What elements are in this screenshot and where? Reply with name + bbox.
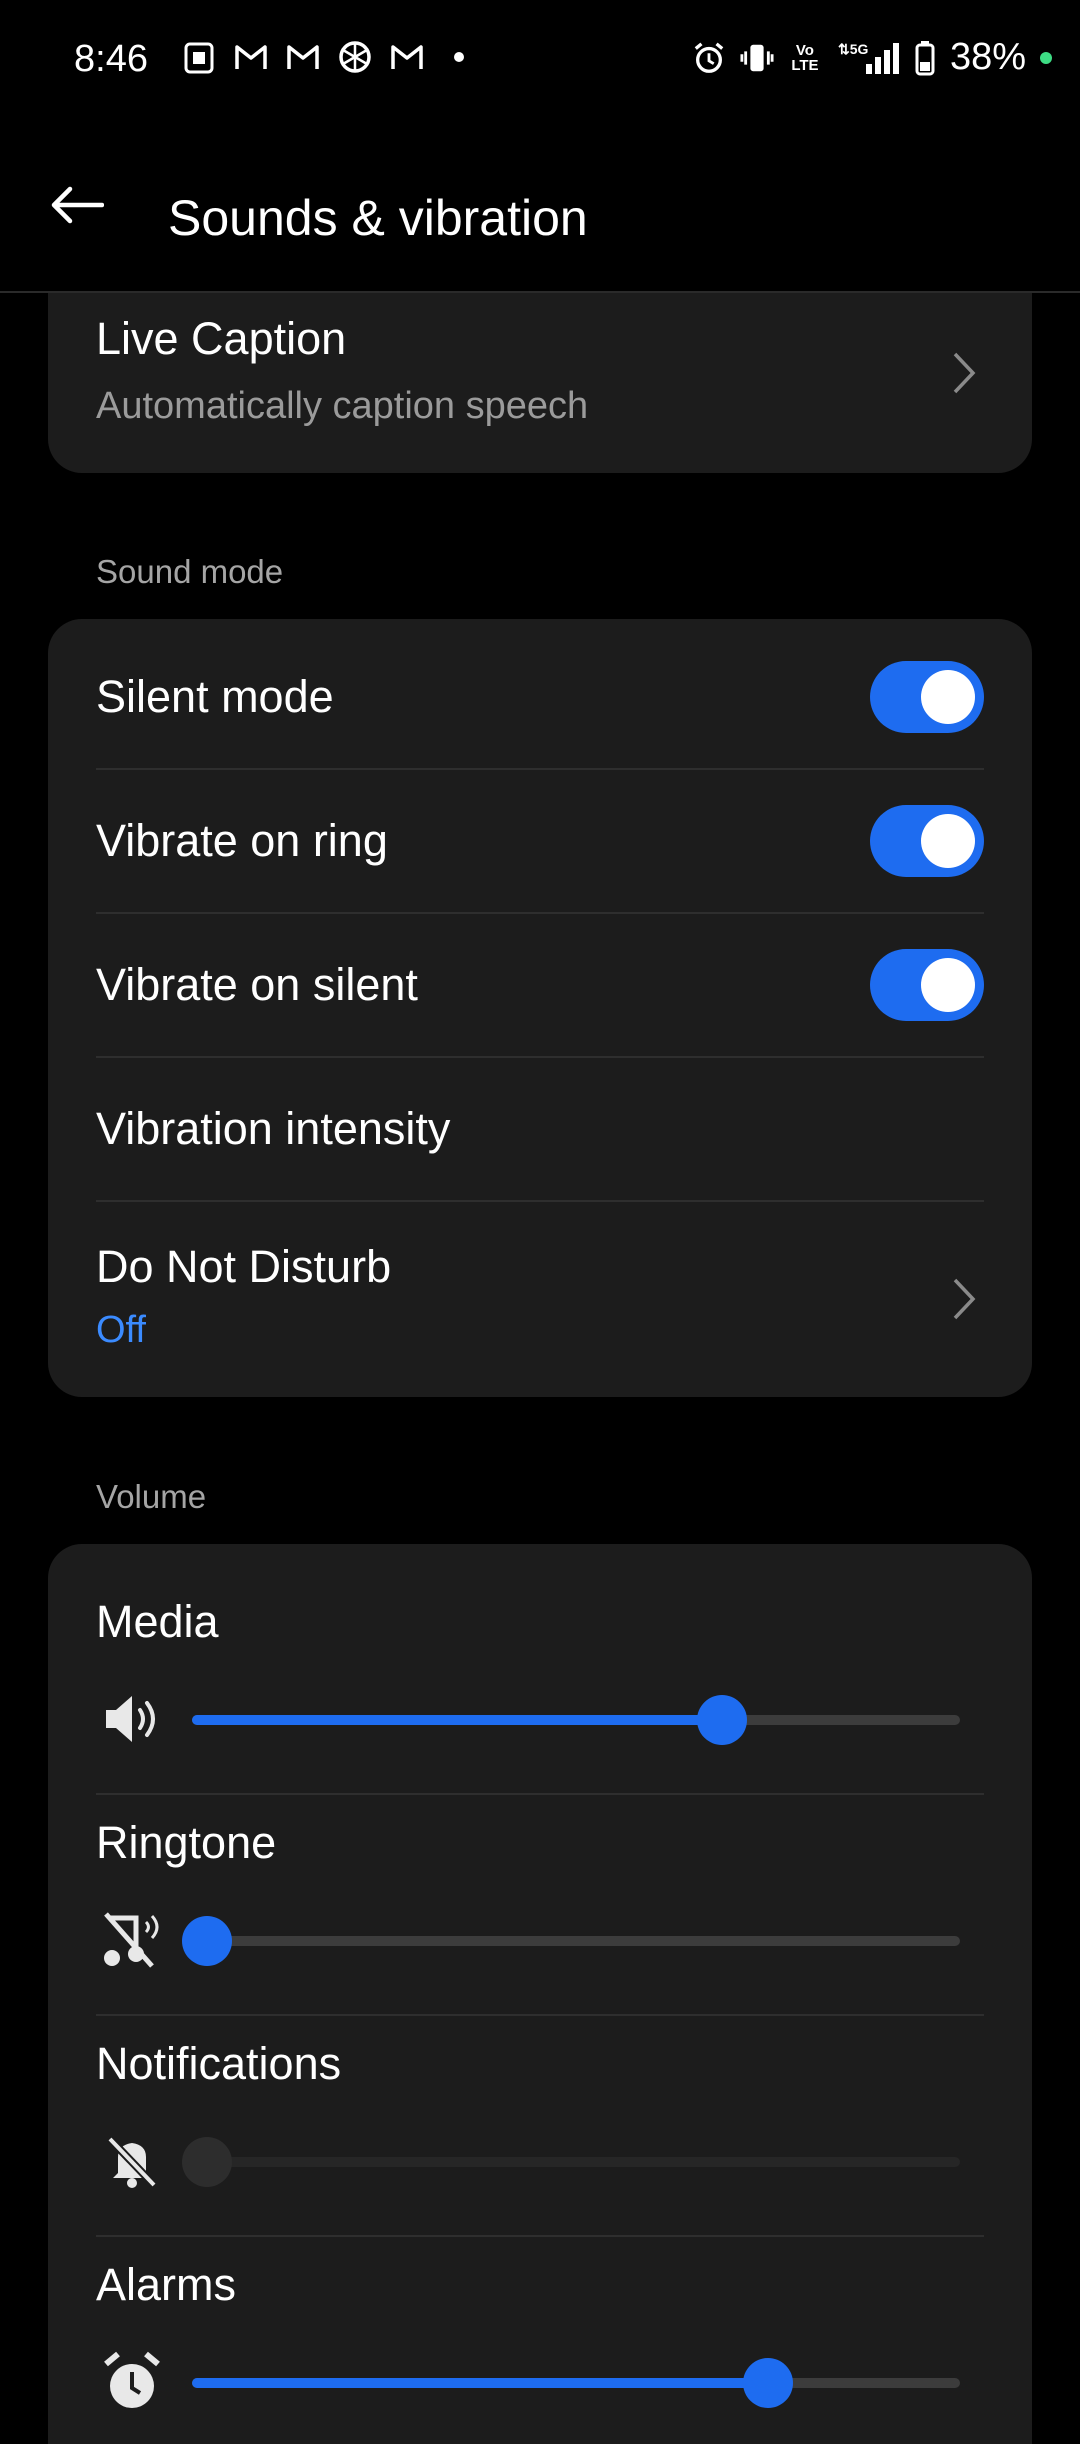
silent-mode-toggle[interactable] <box>870 661 984 733</box>
toggle-knob <box>921 958 975 1012</box>
divider <box>96 2014 984 2016</box>
notification-icons <box>182 40 476 74</box>
sound-mode-section-label: Sound mode <box>96 553 284 590</box>
divider <box>96 1793 984 1795</box>
back-button[interactable] <box>48 177 118 237</box>
volte-icon: Vo LTE <box>791 41 819 74</box>
gmail-icon <box>390 40 424 74</box>
live-caption-title: Live Caption <box>96 313 347 364</box>
live-caption-subtitle: Automatically caption speech <box>96 385 589 427</box>
battery-percent: 38% <box>949 36 1026 78</box>
status-bar: 8:46 Vo LTE ⇅5G 38% <box>0 0 1080 125</box>
slider-thumb <box>182 2137 232 2187</box>
notification-muted-icon <box>100 2129 164 2193</box>
toggle-knob <box>921 814 975 868</box>
chevron-right-icon <box>953 1278 976 1320</box>
vibrate-on-ring-label: Vibrate on ring <box>96 815 388 866</box>
battery-icon <box>914 40 936 75</box>
privacy-indicator <box>1040 51 1052 64</box>
ringtone-muted-icon[interactable] <box>100 1908 164 1972</box>
toggle-knob <box>921 670 975 724</box>
5g-signal-icon: ⇅5G <box>836 41 900 75</box>
app-bar: Sounds & vibration <box>0 125 1080 293</box>
alarm-clock-icon[interactable] <box>100 2350 164 2414</box>
slider-thumb[interactable] <box>743 2358 793 2408</box>
sim-tray-icon <box>182 40 216 74</box>
media-volume-label: Media <box>96 1596 219 1647</box>
volume-section-label: Volume <box>96 1478 207 1515</box>
do-not-disturb-status: Off <box>96 1309 146 1351</box>
slider-fill <box>192 2378 768 2388</box>
vibrate-on-ring-row[interactable]: Vibrate on ring <box>48 769 1032 913</box>
speaker-icon[interactable] <box>100 1687 164 1751</box>
do-not-disturb-row[interactable]: Do Not Disturb Off <box>48 1201 1032 1397</box>
ringtone-volume-slider[interactable] <box>182 1916 960 1966</box>
volume-card: Media Ringtone Notifications Alarms <box>48 1544 1032 2444</box>
ringtone-volume-label: Ringtone <box>96 1817 277 1868</box>
notifications-volume-label: Notifications <box>96 2038 342 2089</box>
notifications-volume-slider <box>182 2137 960 2187</box>
chevron-right-icon <box>953 352 976 394</box>
dot-icon <box>442 40 476 74</box>
vibrate-on-silent-toggle[interactable] <box>870 949 984 1021</box>
back-arrow-icon <box>48 185 105 230</box>
slider-thumb[interactable] <box>696 1695 747 1745</box>
vibrate-on-ring-toggle[interactable] <box>870 805 984 877</box>
alarms-volume-slider[interactable] <box>192 2358 960 2408</box>
alarms-volume-label: Alarms <box>96 2259 237 2310</box>
vibrate-on-silent-label: Vibrate on silent <box>96 959 418 1010</box>
svg-text:⇅5G: ⇅5G <box>838 41 869 57</box>
slider-thumb[interactable] <box>182 1916 232 1966</box>
live-caption-row[interactable]: Live Caption Automatically caption speec… <box>48 293 1032 473</box>
gmail-icon <box>286 40 320 74</box>
vibration-intensity-row[interactable]: Vibration intensity <box>48 1057 1032 1201</box>
sound-mode-card: Silent mode Vibrate on ring Vibrate on s… <box>48 619 1032 1397</box>
gmail-icon <box>234 40 268 74</box>
vibrate-icon <box>740 41 774 75</box>
live-caption-card: Live Caption Automatically caption speec… <box>48 293 1032 473</box>
vibrate-on-silent-row[interactable]: Vibrate on silent <box>48 913 1032 1057</box>
silent-mode-label: Silent mode <box>96 671 334 722</box>
page-title: Sounds & vibration <box>168 190 588 246</box>
system-icons: Vo LTE ⇅5G 38% <box>692 36 1052 79</box>
do-not-disturb-label: Do Not Disturb <box>96 1241 392 1292</box>
divider <box>96 2235 984 2237</box>
slider-fill <box>192 1715 722 1725</box>
vibration-intensity-label: Vibration intensity <box>96 1103 451 1154</box>
silent-mode-row[interactable]: Silent mode <box>48 619 1032 769</box>
media-volume-slider[interactable] <box>192 1695 960 1745</box>
alarm-icon <box>692 41 726 75</box>
cloud-icon <box>338 40 372 74</box>
status-time: 8:46 <box>74 38 148 80</box>
